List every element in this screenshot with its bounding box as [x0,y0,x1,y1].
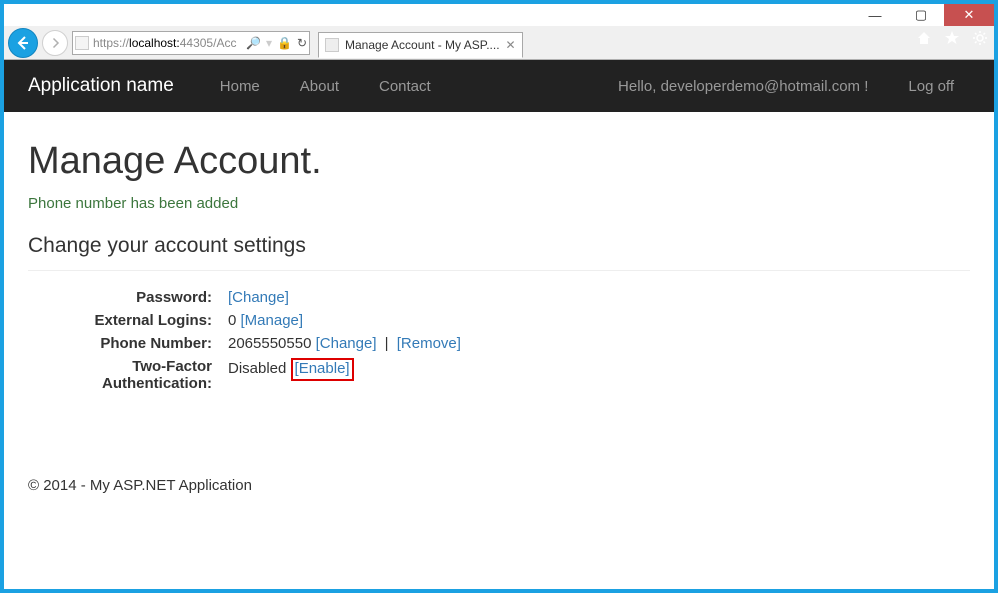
divider [28,270,970,271]
settings-list: Password: [Change] External Logins: 0 [M… [28,289,970,392]
page-favicon-icon [75,36,89,50]
footer: © 2014 - My ASP.NET Application [4,477,994,510]
success-message: Phone number has been added [28,195,970,212]
site-navbar: Application name Home About Contact Hell… [4,60,994,112]
phone-change-link[interactable]: [Change] [316,335,377,352]
external-logins-count: 0 [228,312,236,329]
nav-home[interactable]: Home [204,78,276,95]
favorites-icon[interactable] [944,30,960,51]
brand-link[interactable]: Application name [28,75,174,97]
tab-favicon-icon [325,38,339,52]
browser-tab[interactable]: Manage Account - My ASP.... ✕ [318,32,523,58]
page-viewport: Application name Home About Contact Hell… [4,60,994,589]
phone-number: 2065550550 [228,335,311,352]
close-button[interactable]: ✕ [944,4,994,26]
minimize-button[interactable]: — [852,4,898,26]
browser-window: — ▢ ✕ https://localhost:44305/Acc 🔎 ▾ 🔒 … [4,4,994,589]
lock-icon: 🔒 [277,36,292,50]
twofactor-label: Two-Factor Authentication: [28,358,228,392]
url-text: https://localhost:44305/Acc [93,36,246,50]
arrow-right-icon [49,37,61,49]
nav-about[interactable]: About [284,78,355,95]
ie-toolbar: https://localhost:44305/Acc 🔎 ▾ 🔒 ↻ Mana… [4,26,994,60]
tabstrip: Manage Account - My ASP.... ✕ [318,28,523,58]
maximize-button[interactable]: ▢ [898,4,944,26]
separator: | [385,335,389,352]
main-container: Manage Account. Phone number has been ad… [4,112,994,427]
back-button[interactable] [8,28,38,58]
twofactor-value: Disabled [Enable] [228,358,970,392]
address-bar[interactable]: https://localhost:44305/Acc 🔎 ▾ 🔒 ↻ [72,31,310,55]
nav-contact[interactable]: Contact [363,78,447,95]
tab-title: Manage Account - My ASP.... [345,38,500,52]
arrow-left-icon [15,35,31,51]
twofactor-enable-link[interactable]: [Enable] [295,360,350,377]
forward-button[interactable] [42,30,68,56]
twofactor-enable-highlight: [Enable] [291,358,354,381]
home-icon[interactable] [916,30,932,51]
password-change-link[interactable]: [Change] [228,289,289,306]
section-heading: Change your account settings [28,234,970,258]
ie-options [916,30,988,51]
nav-greeting[interactable]: Hello, developerdemo@hotmail.com ! [602,78,884,95]
password-value: [Change] [228,289,970,306]
external-logins-label: External Logins: [28,312,228,329]
twofactor-status: Disabled [228,360,286,377]
page-title: Manage Account. [28,140,970,183]
phone-value-row: 2065550550 [Change] | [Remove] [228,335,970,352]
search-icon[interactable]: 🔎 [246,36,261,50]
titlebar: — ▢ ✕ [4,4,994,26]
password-label: Password: [28,289,228,306]
nav-logoff[interactable]: Log off [892,78,970,95]
external-logins-manage-link[interactable]: [Manage] [241,312,304,329]
phone-remove-link[interactable]: [Remove] [397,335,461,352]
gear-icon[interactable] [972,30,988,51]
external-logins-value: 0 [Manage] [228,312,970,329]
phone-label: Phone Number: [28,335,228,352]
refresh-icon[interactable]: ↻ [297,36,307,50]
tab-close-icon[interactable]: ✕ [506,38,516,52]
